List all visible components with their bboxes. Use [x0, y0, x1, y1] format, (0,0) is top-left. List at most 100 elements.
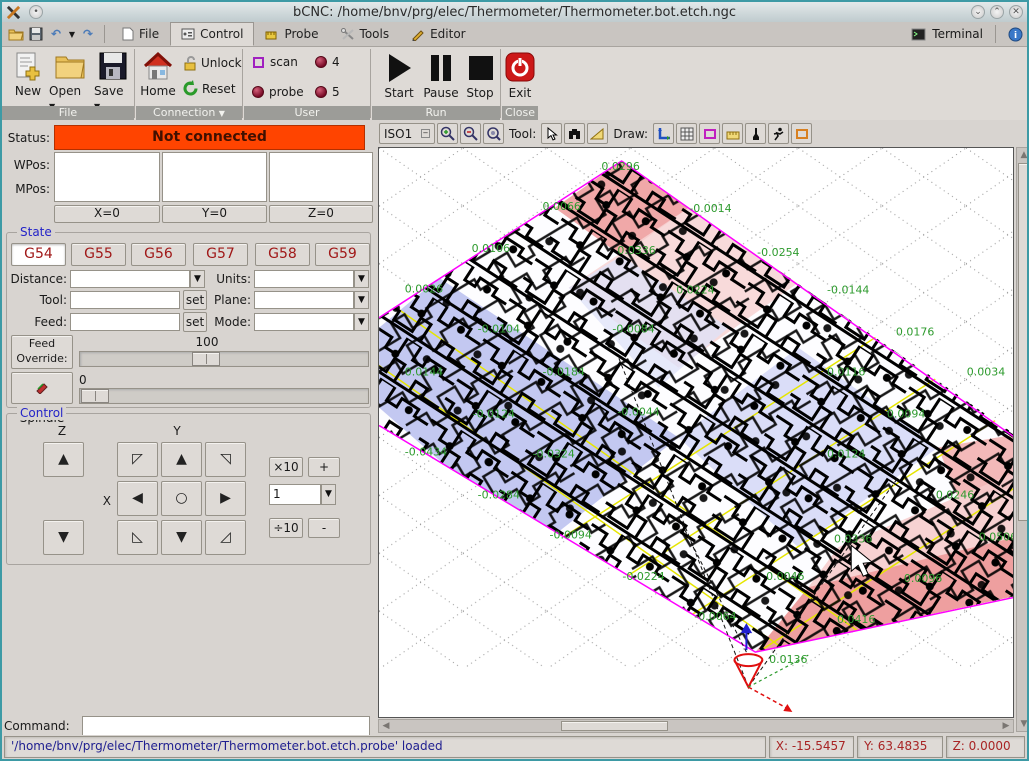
- jog-origin-button[interactable]: ○: [161, 481, 202, 516]
- spindle-slider[interactable]: [79, 388, 369, 404]
- jog-y-minus-button[interactable]: ▼: [161, 520, 202, 555]
- draw-axes-button[interactable]: [653, 123, 674, 144]
- vertical-scrollbar[interactable]: ▲ ▼: [1016, 147, 1029, 732]
- home-button[interactable]: Home: [138, 51, 178, 98]
- jog-xy-sw-button[interactable]: ◺: [117, 520, 158, 555]
- user-button-probe[interactable]: probe: [252, 85, 304, 99]
- step-value-input[interactable]: 1: [269, 484, 321, 505]
- tool-set-button[interactable]: set: [183, 290, 207, 310]
- mode-select[interactable]: [254, 313, 354, 331]
- feed-override-handle[interactable]: [192, 352, 220, 366]
- zero-y-button[interactable]: Y=0: [162, 205, 267, 223]
- draw-workarea-button[interactable]: [791, 123, 812, 144]
- wcs-g55-button[interactable]: G55: [71, 243, 126, 266]
- zoom-in-button[interactable]: [437, 123, 458, 144]
- tab-control[interactable]: Control: [170, 22, 254, 46]
- scroll-right-icon[interactable]: ▶: [1000, 720, 1012, 732]
- command-input[interactable]: [82, 716, 370, 736]
- view-select[interactable]: ISO1 −: [379, 123, 435, 144]
- open-icon[interactable]: [7, 25, 25, 43]
- user-button-scan[interactable]: scan: [252, 55, 298, 69]
- feed-set-button[interactable]: set: [183, 312, 207, 332]
- user-button-4[interactable]: 4: [315, 55, 340, 69]
- wcs-g59-button[interactable]: G59: [315, 243, 370, 266]
- minimize-button[interactable]: ⌄: [971, 5, 985, 19]
- scroll-down-icon[interactable]: ▼: [1017, 718, 1029, 730]
- start-button[interactable]: Start: [380, 51, 418, 100]
- tab-probe[interactable]: Probe: [254, 22, 329, 46]
- reset-button[interactable]: Reset: [182, 80, 236, 97]
- ruler-button[interactable]: [587, 123, 608, 144]
- save-icon[interactable]: [27, 25, 45, 43]
- distance-dropdown-icon[interactable]: ▼: [190, 270, 205, 288]
- unlock-icon: [182, 55, 198, 71]
- jog-z-down-button[interactable]: ▼: [43, 520, 84, 555]
- save-button[interactable]: Save ▼: [94, 51, 132, 112]
- wcs-g58-button[interactable]: G58: [255, 243, 310, 266]
- jog-xy-nw-button[interactable]: ◸: [117, 442, 158, 477]
- step-minus-button[interactable]: -: [308, 518, 340, 538]
- tool-input[interactable]: [70, 291, 180, 309]
- vscroll-thumb[interactable]: [1018, 163, 1029, 521]
- feed-override-button[interactable]: Feed Override:: [11, 335, 73, 369]
- step-mul10-button[interactable]: ×10: [269, 457, 303, 477]
- step-plus-button[interactable]: +: [308, 457, 340, 477]
- wcs-g54-button[interactable]: G54: [11, 243, 66, 266]
- redo-icon[interactable]: ↷: [79, 25, 97, 43]
- group-label-connection[interactable]: Connection ▼: [136, 106, 242, 120]
- maximize-button[interactable]: ⌃: [990, 5, 1004, 19]
- draw-probe-button[interactable]: [722, 123, 743, 144]
- distance-select[interactable]: [70, 270, 190, 288]
- gcode-canvas[interactable]: 0.02960.0066-0.00140.01060.0336-0.02540.…: [378, 147, 1014, 718]
- tab-editor[interactable]: Editor: [400, 22, 477, 46]
- spindle-handle[interactable]: [81, 389, 109, 403]
- plane-dropdown-icon[interactable]: ▼: [354, 291, 369, 309]
- user-button-5[interactable]: 5: [315, 85, 340, 99]
- units-select[interactable]: [254, 270, 354, 288]
- draw-margins-button[interactable]: [699, 123, 720, 144]
- horizontal-scrollbar[interactable]: ◀ ▶: [378, 719, 1014, 733]
- plane-select[interactable]: [254, 291, 354, 309]
- wcs-g56-button[interactable]: G56: [131, 243, 186, 266]
- zero-z-button[interactable]: Z=0: [269, 205, 373, 223]
- gantry-button[interactable]: [564, 123, 585, 144]
- draw-rapid-button[interactable]: [768, 123, 789, 144]
- stop-button[interactable]: Stop: [464, 51, 496, 100]
- jog-xy-se-button[interactable]: ◿: [205, 520, 246, 555]
- jog-x-minus-button[interactable]: ◀: [117, 481, 158, 516]
- jog-x-plus-button[interactable]: ▶: [205, 481, 246, 516]
- step-dropdown-icon[interactable]: ▼: [321, 484, 336, 505]
- zoom-out-button[interactable]: [460, 123, 481, 144]
- window-menu-button[interactable]: •: [29, 5, 43, 19]
- terminal-button[interactable]: Terminal: [932, 27, 983, 41]
- wcs-g57-button[interactable]: G57: [193, 243, 248, 266]
- open-button[interactable]: Open ▼: [49, 51, 91, 112]
- select-cursor-button[interactable]: [541, 123, 562, 144]
- jog-xy-ne-button[interactable]: ◹: [205, 442, 246, 477]
- pause-button[interactable]: Pause: [420, 51, 462, 100]
- undo-dropdown-icon[interactable]: ▼: [67, 25, 77, 43]
- feed-input[interactable]: [70, 313, 180, 331]
- draw-grid-button[interactable]: [676, 123, 697, 144]
- undo-icon[interactable]: ↶: [47, 25, 65, 43]
- zero-x-button[interactable]: X=0: [54, 205, 160, 223]
- spindle-button[interactable]: Spindle: [11, 372, 73, 404]
- exit-button[interactable]: Exit: [504, 51, 536, 100]
- scroll-up-icon[interactable]: ▲: [1017, 149, 1029, 161]
- jog-z-up-button[interactable]: ▲: [43, 442, 84, 477]
- close-button[interactable]: ✕: [1009, 5, 1023, 19]
- mode-dropdown-icon[interactable]: ▼: [354, 313, 369, 331]
- step-div10-button[interactable]: ÷10: [269, 518, 303, 538]
- unlock-button[interactable]: Unlock: [182, 55, 242, 71]
- zoom-fit-button[interactable]: [483, 123, 504, 144]
- feed-override-slider[interactable]: [79, 351, 369, 367]
- jog-y-plus-button[interactable]: ▲: [161, 442, 202, 477]
- scroll-left-icon[interactable]: ◀: [380, 720, 392, 732]
- info-icon[interactable]: i: [1008, 27, 1023, 42]
- tab-tools[interactable]: Tools: [330, 22, 401, 46]
- units-dropdown-icon[interactable]: ▼: [354, 270, 369, 288]
- tab-file[interactable]: File: [111, 22, 170, 46]
- draw-paths-button[interactable]: [745, 123, 766, 144]
- hscroll-thumb[interactable]: [561, 721, 668, 731]
- new-button[interactable]: New: [10, 51, 46, 98]
